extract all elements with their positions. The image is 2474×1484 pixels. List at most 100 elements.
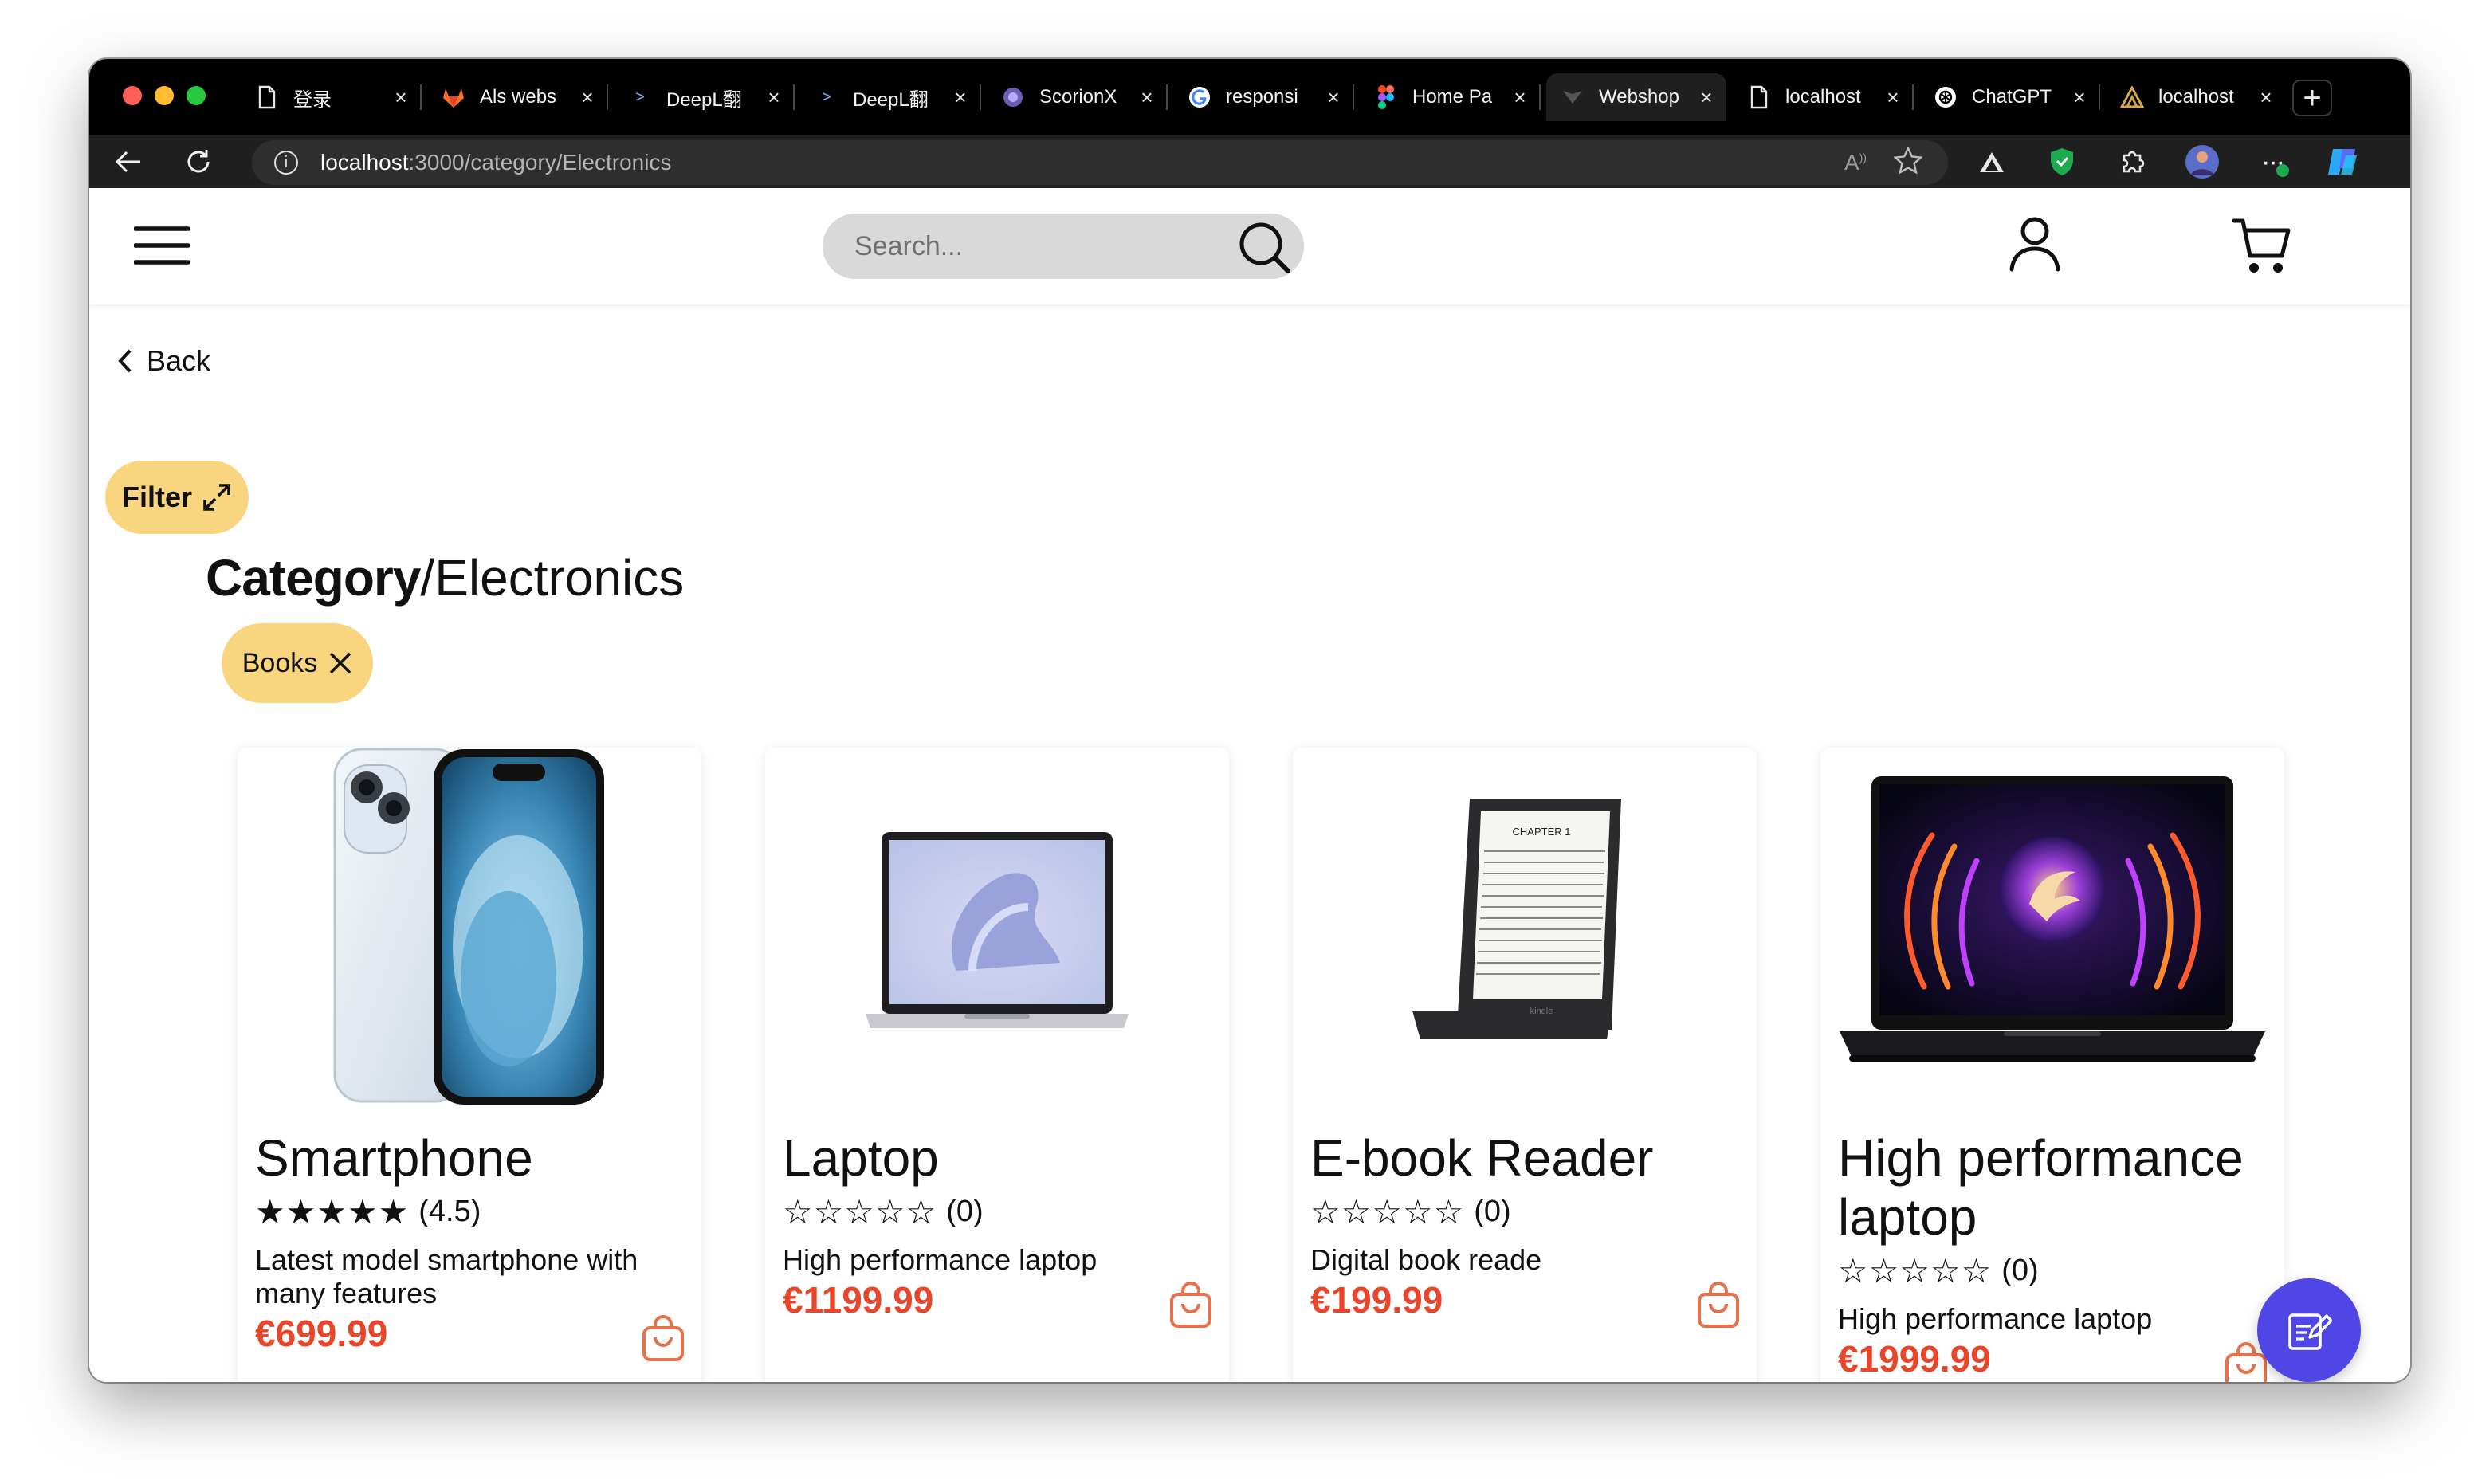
back-link[interactable]: Back xyxy=(116,344,210,378)
svg-text:CHAPTER 1: CHAPTER 1 xyxy=(1513,826,1571,838)
product-rating: ☆☆☆☆☆ (0) xyxy=(1838,1251,2039,1290)
browser-tab[interactable]: localhost × xyxy=(1733,73,1914,121)
browser-tab[interactable]: ChatGPT × xyxy=(1919,73,2100,121)
browser-toolbar: i localhost:3000/category/Electronics A)… xyxy=(89,135,2410,188)
browser-tab[interactable]: ScorionX × xyxy=(987,73,1168,121)
rating-value: (4.5) xyxy=(418,1195,481,1228)
reload-icon[interactable] xyxy=(179,142,218,182)
close-icon[interactable] xyxy=(328,651,352,675)
tab-close-icon[interactable]: × xyxy=(1510,85,1530,109)
product-description: Digital book reade xyxy=(1310,1243,1542,1276)
favorite-star-icon[interactable] xyxy=(1893,145,1923,179)
site-info-icon[interactable]: i xyxy=(274,151,298,175)
browser-tab[interactable]: Home Pa × xyxy=(1360,73,1541,121)
product-name[interactable]: High performance laptop xyxy=(1838,1129,2268,1246)
url-path: :3000/category/Electronics xyxy=(408,150,672,175)
tab-label: ScorionX xyxy=(1039,86,1117,108)
browser-tab[interactable]: localhost × xyxy=(2106,73,2286,121)
browser-tab[interactable]: > DeepL翻 × xyxy=(800,73,981,121)
shopping-cart-icon[interactable] xyxy=(2232,217,2292,280)
browser-tab[interactable]: > DeepL翻 × xyxy=(614,73,795,121)
feedback-edit-button[interactable] xyxy=(2257,1278,2361,1382)
tab-close-icon[interactable]: × xyxy=(2069,85,2090,109)
product-name[interactable]: Laptop xyxy=(783,1129,1213,1188)
smartphone-image xyxy=(238,748,701,1114)
maximize-window-button[interactable] xyxy=(187,86,206,105)
product-card[interactable]: Laptop ☆☆☆☆☆ (0) High performance laptop… xyxy=(765,748,1229,1382)
browser-tab-active[interactable]: Webshop × xyxy=(1546,73,1726,121)
back-label: Back xyxy=(147,344,211,377)
tab-label: localhost xyxy=(2158,86,2234,108)
filter-button[interactable]: Filter xyxy=(105,461,249,534)
tab-close-icon[interactable]: × xyxy=(950,85,971,109)
chevron-left-icon xyxy=(118,349,132,373)
product-price: €699.99 xyxy=(255,1313,388,1354)
active-filter-chip[interactable]: Books xyxy=(222,623,373,703)
address-bar[interactable]: i localhost:3000/category/Electronics A)… xyxy=(252,140,1948,185)
tab-close-icon[interactable]: × xyxy=(1883,85,1903,109)
more-options-icon[interactable]: ··· xyxy=(2252,142,2292,182)
add-to-cart-bag-icon[interactable] xyxy=(1696,1282,1741,1329)
product-description: Latest model smartphone with many featur… xyxy=(255,1243,638,1309)
webshop-icon xyxy=(1561,85,1585,109)
tab-label: 登录 xyxy=(293,88,332,111)
product-description: High performance laptop xyxy=(1838,1302,2153,1335)
product-card[interactable]: Smartphone ★★★★★ (4.5) Latest model smar… xyxy=(238,748,701,1382)
new-tab-button[interactable]: + xyxy=(2292,80,2332,116)
deepl-icon: > xyxy=(635,88,645,106)
figma-icon xyxy=(1374,85,1398,109)
product-price: €1199.99 xyxy=(783,1279,934,1321)
tab-close-icon[interactable]: × xyxy=(2256,85,2276,109)
svg-text:kindle: kindle xyxy=(1530,1007,1553,1016)
tab-close-icon[interactable]: × xyxy=(577,85,598,109)
page-title-category: Category xyxy=(206,549,421,607)
tab-label: responsi xyxy=(1226,86,1298,108)
product-rating: ★★★★★ (4.5) xyxy=(255,1192,481,1231)
read-aloud-icon[interactable]: A)) xyxy=(1844,150,1867,175)
product-name[interactable]: Smartphone xyxy=(255,1129,685,1188)
copilot-icon[interactable] xyxy=(2323,142,2362,182)
minimize-window-button[interactable] xyxy=(155,86,174,105)
product-price: €1999.99 xyxy=(1838,1338,1991,1380)
tab-close-icon[interactable]: × xyxy=(764,85,784,109)
tab-close-icon[interactable]: × xyxy=(1137,85,1157,109)
chip-label: Books xyxy=(242,647,318,678)
extensions-puzzle-icon[interactable] xyxy=(2112,142,2152,182)
product-card[interactable]: High performance laptop ☆☆☆☆☆ (0) High p… xyxy=(1820,748,2284,1382)
product-name[interactable]: E-book Reader xyxy=(1310,1129,1741,1188)
tab-strip: 登录 × Als webs × > DeepL翻 × > DeepL翻 × Sc… xyxy=(89,59,2410,135)
deepl-icon: > xyxy=(822,88,831,106)
add-to-cart-bag-icon[interactable] xyxy=(1168,1282,1213,1329)
close-window-button[interactable] xyxy=(123,86,142,105)
rating-value: (0) xyxy=(1474,1195,1511,1228)
hamburger-menu-icon[interactable] xyxy=(133,225,190,270)
search-input[interactable] xyxy=(854,230,1221,262)
tab-label: DeepL翻 xyxy=(853,88,929,111)
vercel-extension-icon[interactable] xyxy=(1972,142,2012,182)
url-host: localhost xyxy=(320,150,409,175)
search-icon[interactable] xyxy=(1235,218,1293,280)
add-to-cart-bag-icon[interactable] xyxy=(641,1315,685,1363)
page-title: Category/Electronics xyxy=(206,548,684,607)
profile-avatar[interactable] xyxy=(2182,142,2222,182)
tab-label: Home Pa xyxy=(1412,86,1493,108)
tab-close-icon[interactable]: × xyxy=(1696,85,1717,109)
document-icon xyxy=(1747,85,1771,109)
tab-close-icon[interactable]: × xyxy=(391,85,411,109)
shield-extension-icon[interactable] xyxy=(2042,142,2082,182)
page-title-name: /Electronics xyxy=(420,549,685,607)
back-arrow-icon[interactable] xyxy=(108,142,148,182)
user-account-icon[interactable] xyxy=(2009,215,2061,277)
search-bar xyxy=(823,214,1304,279)
gitlab-icon xyxy=(442,85,465,109)
expand-icon xyxy=(203,484,230,511)
browser-tab[interactable]: responsi × xyxy=(1173,73,1354,121)
star-rating-icon: ☆☆☆☆☆ xyxy=(1310,1193,1465,1231)
localhost-icon xyxy=(2120,85,2144,109)
browser-tab[interactable]: 登录 × xyxy=(241,73,422,121)
star-rating-icon: ☆☆☆☆☆ xyxy=(783,1193,937,1231)
browser-tab[interactable]: Als webs × xyxy=(427,73,608,121)
site-header xyxy=(89,188,2410,304)
product-card[interactable]: CHAPTER 1 kindle E-book Reader ☆☆☆☆☆ (0) xyxy=(1293,748,1757,1382)
tab-close-icon[interactable]: × xyxy=(1323,85,1344,109)
